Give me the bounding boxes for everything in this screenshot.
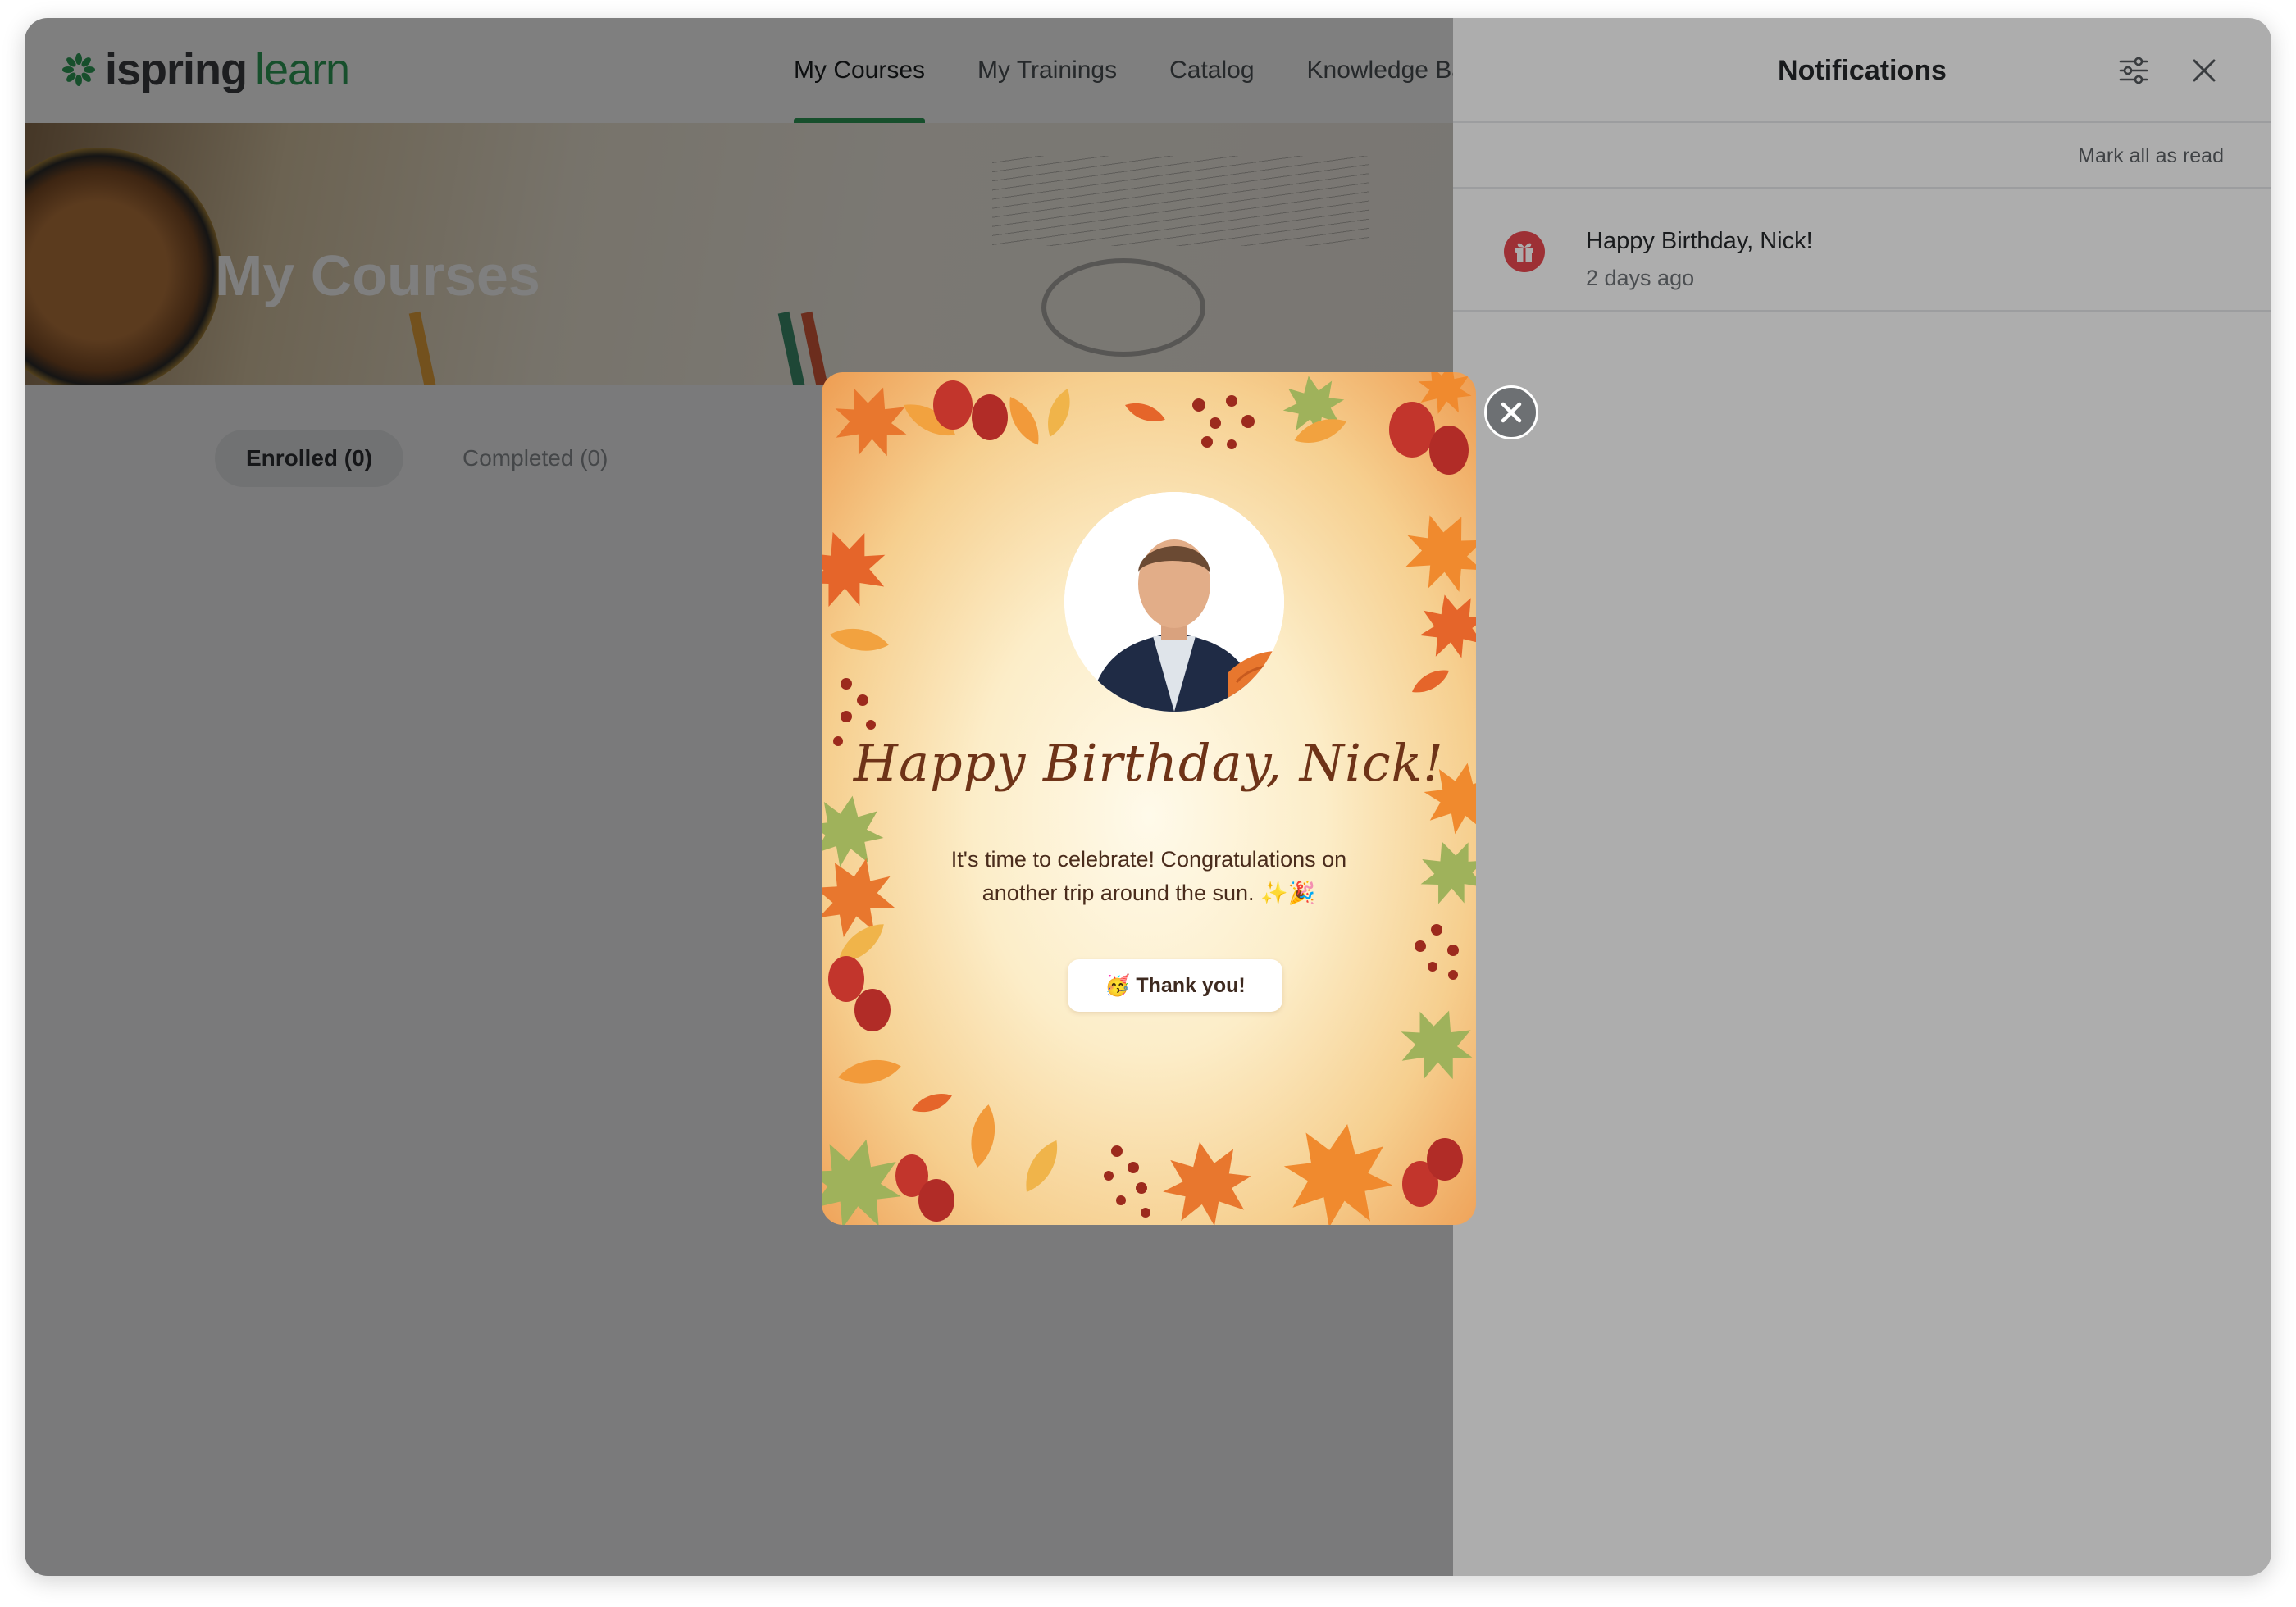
close-icon bbox=[1501, 402, 1522, 423]
panel-overlay[interactable] bbox=[1453, 18, 2271, 1576]
birthday-card: Happy Birthday, Nick! It's time to celeb… bbox=[822, 372, 1476, 1225]
app-window: ispring learn My Courses My Trainings Ca… bbox=[25, 18, 2271, 1576]
user-avatar-photo bbox=[1064, 492, 1284, 712]
birthday-message: It's time to celebrate! Congratulations … bbox=[950, 847, 1347, 905]
birthday-heading: Happy Birthday, Nick! bbox=[853, 733, 1445, 793]
thank-you-button[interactable]: 🥳 Thank you! bbox=[1068, 959, 1282, 1012]
close-card-button[interactable] bbox=[1484, 385, 1538, 439]
